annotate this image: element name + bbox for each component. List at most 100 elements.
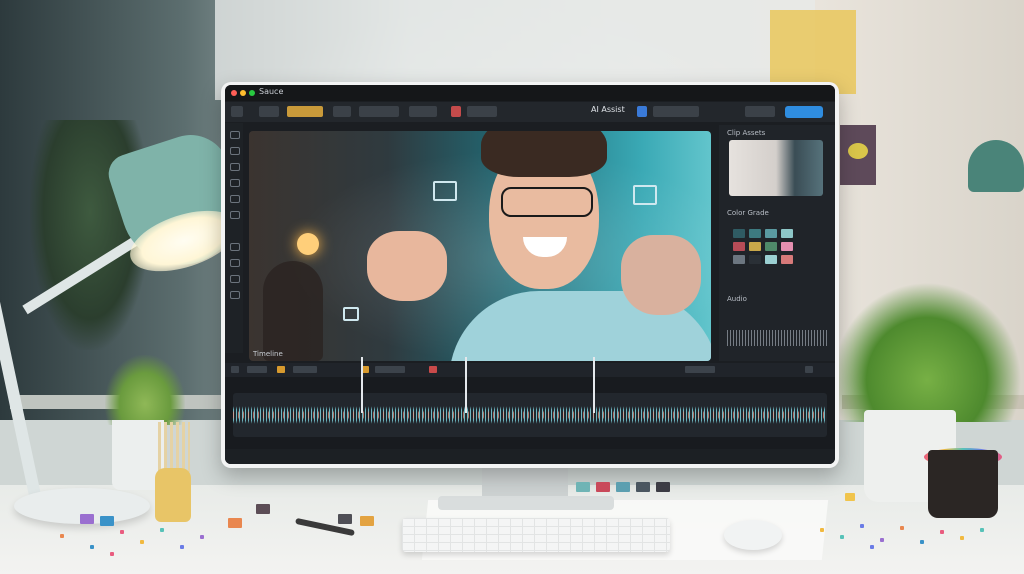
color-block	[656, 482, 670, 492]
color-heading: Color Grade	[727, 209, 769, 217]
confetti-piece	[140, 540, 144, 544]
clip-thumbnail[interactable]	[729, 140, 823, 196]
confetti-piece	[820, 528, 824, 532]
color-block	[360, 516, 374, 526]
color-swatch[interactable]	[733, 242, 745, 251]
color-block	[256, 504, 270, 514]
tool-button[interactable]	[467, 106, 497, 117]
minimize-icon[interactable]	[240, 90, 246, 96]
toolbar: AI Assist	[225, 102, 835, 122]
timeline-footer	[225, 449, 835, 464]
app-title: Sauce	[259, 87, 284, 96]
diffuser-sticks	[158, 422, 190, 472]
color-swatch[interactable]	[781, 242, 793, 251]
settings-icon[interactable]	[230, 275, 240, 283]
tool-icon[interactable]	[247, 366, 267, 373]
color-swatch[interactable]	[749, 242, 761, 251]
editor-window: Sauce AI Assist Timeline Clip Assets Col…	[225, 85, 835, 464]
color-swatch[interactable]	[749, 255, 761, 264]
tool-button[interactable]	[653, 106, 699, 117]
color-block	[845, 493, 855, 501]
confetti-piece	[900, 526, 904, 530]
select-icon[interactable]	[230, 131, 240, 139]
confetti-piece	[980, 528, 984, 532]
text-icon[interactable]	[230, 163, 240, 171]
export-icon[interactable]	[230, 291, 240, 299]
person-right-hand	[621, 235, 701, 315]
tool-button[interactable]	[637, 106, 647, 117]
playhead[interactable]	[361, 357, 363, 413]
tool-icon[interactable]	[293, 366, 317, 373]
record-icon[interactable]	[429, 366, 437, 373]
color-swatch[interactable]	[781, 229, 793, 238]
scene: Sauce AI Assist Timeline Clip Assets Col…	[0, 0, 1024, 574]
color-swatch[interactable]	[765, 229, 777, 238]
video-preview[interactable]	[249, 131, 711, 361]
timeline	[225, 357, 835, 464]
inspector-panel: Clip Assets Color Grade Audio	[719, 125, 835, 361]
confetti-piece	[860, 524, 864, 528]
keyboard	[402, 518, 670, 552]
confetti-piece	[60, 534, 64, 538]
playhead[interactable]	[593, 357, 595, 413]
person-left-hand	[367, 231, 447, 301]
person-hair	[481, 131, 607, 177]
overlay-frame-icon	[633, 185, 657, 205]
tool-button[interactable]	[259, 106, 279, 117]
tool-icon[interactable]	[375, 366, 405, 373]
timeline-toolbar	[225, 363, 835, 377]
monitor-stand-base	[438, 496, 614, 510]
crop-icon[interactable]	[230, 179, 240, 187]
confetti-piece	[200, 535, 204, 539]
background-lamp-right	[968, 140, 1024, 192]
mouse	[724, 520, 782, 550]
color-swatch[interactable]	[765, 242, 777, 251]
color-block	[100, 516, 114, 526]
color-block	[80, 514, 94, 524]
record-button[interactable]	[451, 106, 461, 117]
audio-heading: Audio	[727, 295, 747, 303]
color-block	[616, 482, 630, 492]
preview-caption: Timeline	[253, 350, 283, 358]
monitor-stand	[482, 466, 568, 500]
maximize-icon[interactable]	[249, 90, 255, 96]
play-icon[interactable]	[231, 366, 239, 373]
left-tool-rail	[225, 123, 243, 353]
audio-meter	[727, 330, 827, 346]
close-icon[interactable]	[231, 90, 237, 96]
playhead[interactable]	[465, 357, 467, 413]
confetti-piece	[920, 540, 924, 544]
export-button[interactable]	[785, 106, 823, 118]
pencil-cup	[928, 450, 998, 518]
tool-icon[interactable]	[685, 366, 715, 373]
glasses	[501, 187, 593, 217]
audio-track[interactable]	[233, 393, 827, 437]
zoom-icon[interactable]	[805, 366, 813, 373]
tool-button[interactable]	[359, 106, 399, 117]
layer-icon[interactable]	[230, 195, 240, 203]
color-swatch[interactable]	[781, 255, 793, 264]
audio-waveform-secondary	[233, 393, 827, 437]
marker-icon[interactable]	[277, 366, 285, 373]
diffuser-vase	[155, 468, 191, 522]
audio-icon[interactable]	[230, 243, 240, 251]
color-swatch[interactable]	[733, 229, 745, 238]
effects-icon[interactable]	[230, 211, 240, 219]
color-swatch[interactable]	[733, 255, 745, 264]
tool-button[interactable]	[409, 106, 437, 117]
confetti-piece	[160, 528, 164, 532]
tool-button[interactable]	[333, 106, 351, 117]
color-swatch[interactable]	[749, 229, 761, 238]
tool-button[interactable]	[745, 106, 775, 117]
background-person	[263, 261, 323, 361]
menu-icon[interactable]	[231, 106, 243, 117]
toolbar-label: AI Assist	[591, 105, 625, 114]
confetti-piece	[180, 545, 184, 549]
plant-right	[832, 282, 1022, 422]
color-swatch[interactable]	[765, 255, 777, 264]
tool-button[interactable]	[287, 106, 323, 117]
color-icon[interactable]	[230, 259, 240, 267]
color-block	[576, 482, 590, 492]
cut-icon[interactable]	[230, 147, 240, 155]
confetti-piece	[880, 538, 884, 542]
